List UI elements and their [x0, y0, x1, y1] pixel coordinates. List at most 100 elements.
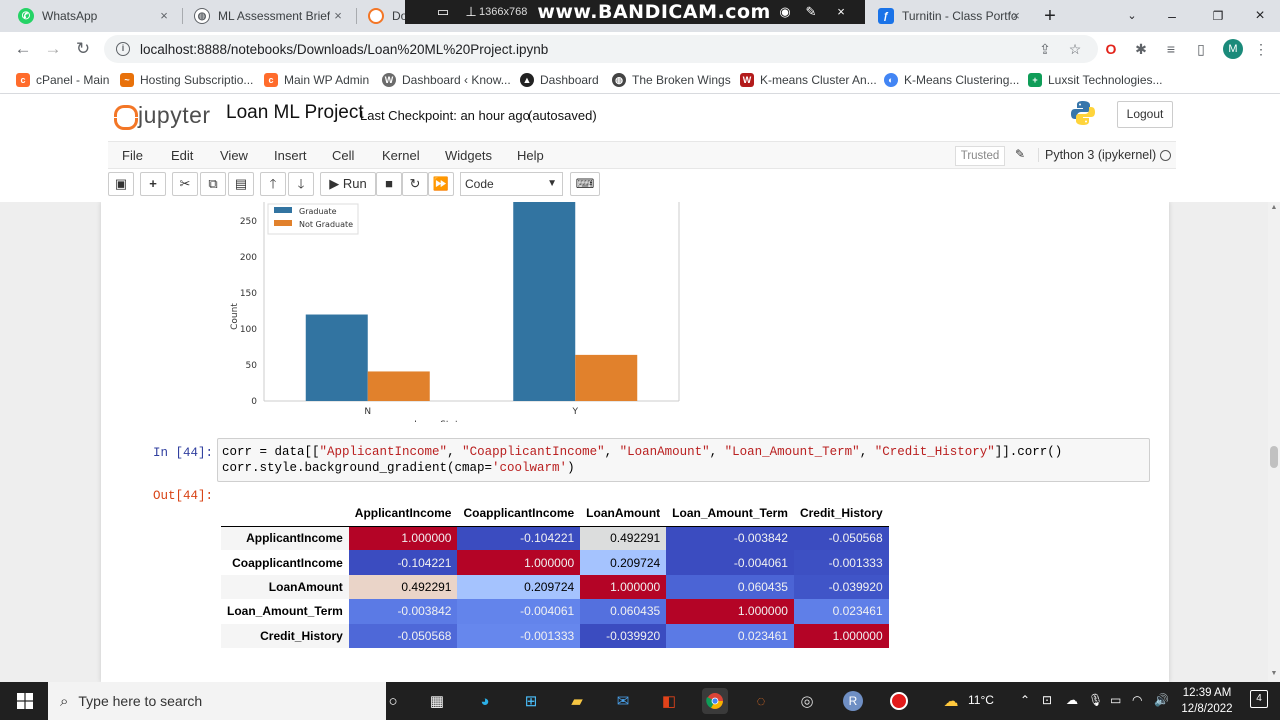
share-icon[interactable]: ⇪	[1036, 40, 1054, 58]
reading-list-icon[interactable]: ≡	[1162, 40, 1180, 58]
bookmark-dashboard-know[interactable]: W Dashboard ‹ Know...	[382, 71, 511, 89]
restart-button[interactable]: ↻	[402, 172, 428, 196]
onedrive-icon[interactable]: ☁	[1066, 693, 1078, 707]
url-field[interactable]: i localhost:8888/notebooks/Downloads/Loa…	[104, 35, 1098, 63]
kernel-name[interactable]: Python 3 (ipykernel)	[1038, 148, 1156, 162]
new-tab-button[interactable]: +	[1030, 0, 1070, 32]
extensions-icon[interactable]: ✱	[1132, 40, 1150, 58]
widgets-icon[interactable]: ▦	[424, 688, 450, 714]
store-icon[interactable]: ⊞	[518, 688, 544, 714]
bookmark-broken-wings[interactable]: ◍ The Broken Wings	[612, 71, 731, 89]
trusted-badge[interactable]: Trusted	[955, 146, 1005, 166]
volume-icon[interactable]: 🔊	[1154, 693, 1169, 707]
r-icon[interactable]: R	[840, 688, 866, 714]
windows-taskbar: ⌕ Type here to search ○ ▦ ◕ ⊞ ▰ ✉ ◧ ◌ ◎ …	[0, 682, 1280, 720]
scroll-down-icon[interactable]: ▼	[1270, 670, 1278, 677]
microphone-icon[interactable]: 🎙	[1088, 693, 1103, 707]
autosave-status: (autosaved)	[528, 108, 597, 123]
bookmark-label: Hosting Subscriptio...	[140, 73, 254, 87]
notifications-icon[interactable]: 4	[1250, 690, 1268, 708]
office-icon[interactable]: ◧	[656, 688, 682, 714]
scrollbar-thumb[interactable]	[1270, 446, 1278, 468]
code-cell[interactable]: corr = data[["ApplicantIncome", "Coappli…	[217, 438, 1150, 482]
tab-ml-assessment[interactable]: ◍ ML Assessment Brief ×	[184, 0, 354, 32]
network-icon[interactable]: ⊡	[1042, 693, 1052, 707]
more-icon[interactable]: ⋮	[1252, 40, 1270, 58]
menu-cell[interactable]: Cell	[332, 148, 354, 163]
cut-button[interactable]: ✂	[172, 172, 198, 196]
interrupt-button[interactable]: ■	[376, 172, 402, 196]
checkpoint-status: Last Checkpoint: an hour ago	[360, 108, 530, 123]
menu-file[interactable]: File	[122, 148, 143, 163]
opera-icon[interactable]: O	[1102, 40, 1120, 58]
star-icon[interactable]: ☆	[1066, 40, 1084, 58]
chevron-down-icon[interactable]: ⌄	[1110, 0, 1154, 32]
close-icon[interactable]: ×	[156, 8, 172, 24]
mail-icon[interactable]: ✉	[610, 688, 636, 714]
logout-button[interactable]: Logout	[1117, 101, 1173, 128]
file-explorer-icon[interactable]: ▰	[564, 688, 590, 714]
insert-cell-button[interactable]: +	[140, 172, 166, 196]
taskbar-search[interactable]: ⌕ Type here to search	[48, 682, 386, 720]
wifi-icon[interactable]: ◠	[1132, 693, 1142, 707]
bookmark-luxsit[interactable]: + Luxsit Technologies...	[1028, 71, 1163, 89]
chevron-up-icon[interactable]: ⌃	[1020, 693, 1030, 707]
menu-insert[interactable]: Insert	[274, 148, 307, 163]
code-string: "CoapplicantIncome"	[462, 445, 605, 459]
bookmark-wp-admin[interactable]: c Main WP Admin	[264, 71, 369, 89]
edge-icon[interactable]: ◕	[472, 688, 498, 714]
jupyter-icon[interactable]: ◌	[748, 688, 774, 714]
bar-chart: 0 50 100 150 200 250 Count N Y Loan_Status Graduat…	[221, 202, 691, 430]
notebook-title[interactable]: Loan ML Project	[226, 102, 364, 124]
menu-edit[interactable]: Edit	[171, 148, 193, 163]
copy-button[interactable]: ⧉	[200, 172, 226, 196]
move-up-button[interactable]: 🡑	[260, 172, 286, 196]
tab-whatsapp[interactable]: ✆ WhatsApp ×	[8, 0, 180, 32]
weather-temp[interactable]: 11°C	[968, 693, 994, 707]
weather-icon: ☁	[943, 693, 959, 710]
sidepanel-icon[interactable]: ▯	[1192, 40, 1210, 58]
jupyter-logo[interactable]: jupyter	[112, 102, 211, 130]
bookmark-dashboard[interactable]: ▲ Dashboard	[520, 71, 599, 89]
avatar[interactable]: M	[1223, 39, 1243, 59]
bookmark-hosting[interactable]: ~ Hosting Subscriptio...	[120, 71, 253, 89]
menu-view[interactable]: View	[220, 148, 248, 163]
menu-widgets[interactable]: Widgets	[445, 148, 492, 163]
minimize-button[interactable]: –	[1150, 0, 1194, 32]
move-down-button[interactable]: 🡓	[288, 172, 314, 196]
close-window-button[interactable]: ×	[1238, 0, 1280, 32]
app-icon[interactable]: ◎	[794, 688, 820, 714]
clock[interactable]: 12:39 AM 12/8/2022	[1176, 685, 1238, 717]
close-icon[interactable]: ×	[1008, 8, 1024, 24]
table-cell: -0.104221	[457, 526, 581, 551]
cell-type-select[interactable]: Code ▼	[460, 172, 563, 196]
tab-turnitin[interactable]: ƒ Turnitin - Class Portfo ×	[868, 0, 1032, 32]
windows-start-icon[interactable]	[12, 688, 38, 714]
monitor-icon[interactable]: ▭	[1110, 693, 1121, 707]
chrome-icon[interactable]	[702, 688, 728, 714]
recorder-overlay: ▭ ⊥ 1366x768 www.BANDICAM.com ◉ ✎ ×	[405, 0, 865, 24]
back-button[interactable]: ←	[12, 38, 34, 60]
task-view-icon[interactable]: ○	[380, 688, 406, 714]
edit-pencil-icon[interactable]: ✎	[1015, 147, 1025, 161]
paste-button[interactable]: ▤	[228, 172, 254, 196]
tab-label: ML Assessment Brief	[218, 9, 331, 23]
menu-help[interactable]: Help	[517, 148, 544, 163]
info-icon[interactable]: i	[116, 42, 130, 56]
record-icon[interactable]	[886, 688, 912, 714]
forward-button[interactable]: →	[42, 38, 64, 60]
run-button[interactable]: ▶ Run	[320, 172, 376, 196]
close-icon[interactable]: ×	[330, 8, 346, 24]
bookmark-kmeans-clustering[interactable]: ◐ K-Means Clustering...	[884, 71, 1019, 89]
restart-run-all-button[interactable]: ⏩	[428, 172, 454, 196]
scroll-up-icon[interactable]: ▲	[1270, 204, 1278, 211]
bookmark-cpanel[interactable]: c cPanel - Main	[16, 71, 109, 89]
save-button[interactable]: ▣	[108, 172, 134, 196]
command-palette-button[interactable]: ⌨	[570, 172, 600, 196]
hosting-icon: ~	[120, 73, 134, 87]
maximize-button[interactable]: ❐	[1196, 0, 1240, 32]
page-scrollbar[interactable]: ▲ ▼	[1268, 202, 1280, 682]
reload-button[interactable]: ↻	[72, 38, 94, 60]
bookmark-kmeans-cluster[interactable]: W K-means Cluster An...	[740, 71, 877, 89]
menu-kernel[interactable]: Kernel	[382, 148, 420, 163]
